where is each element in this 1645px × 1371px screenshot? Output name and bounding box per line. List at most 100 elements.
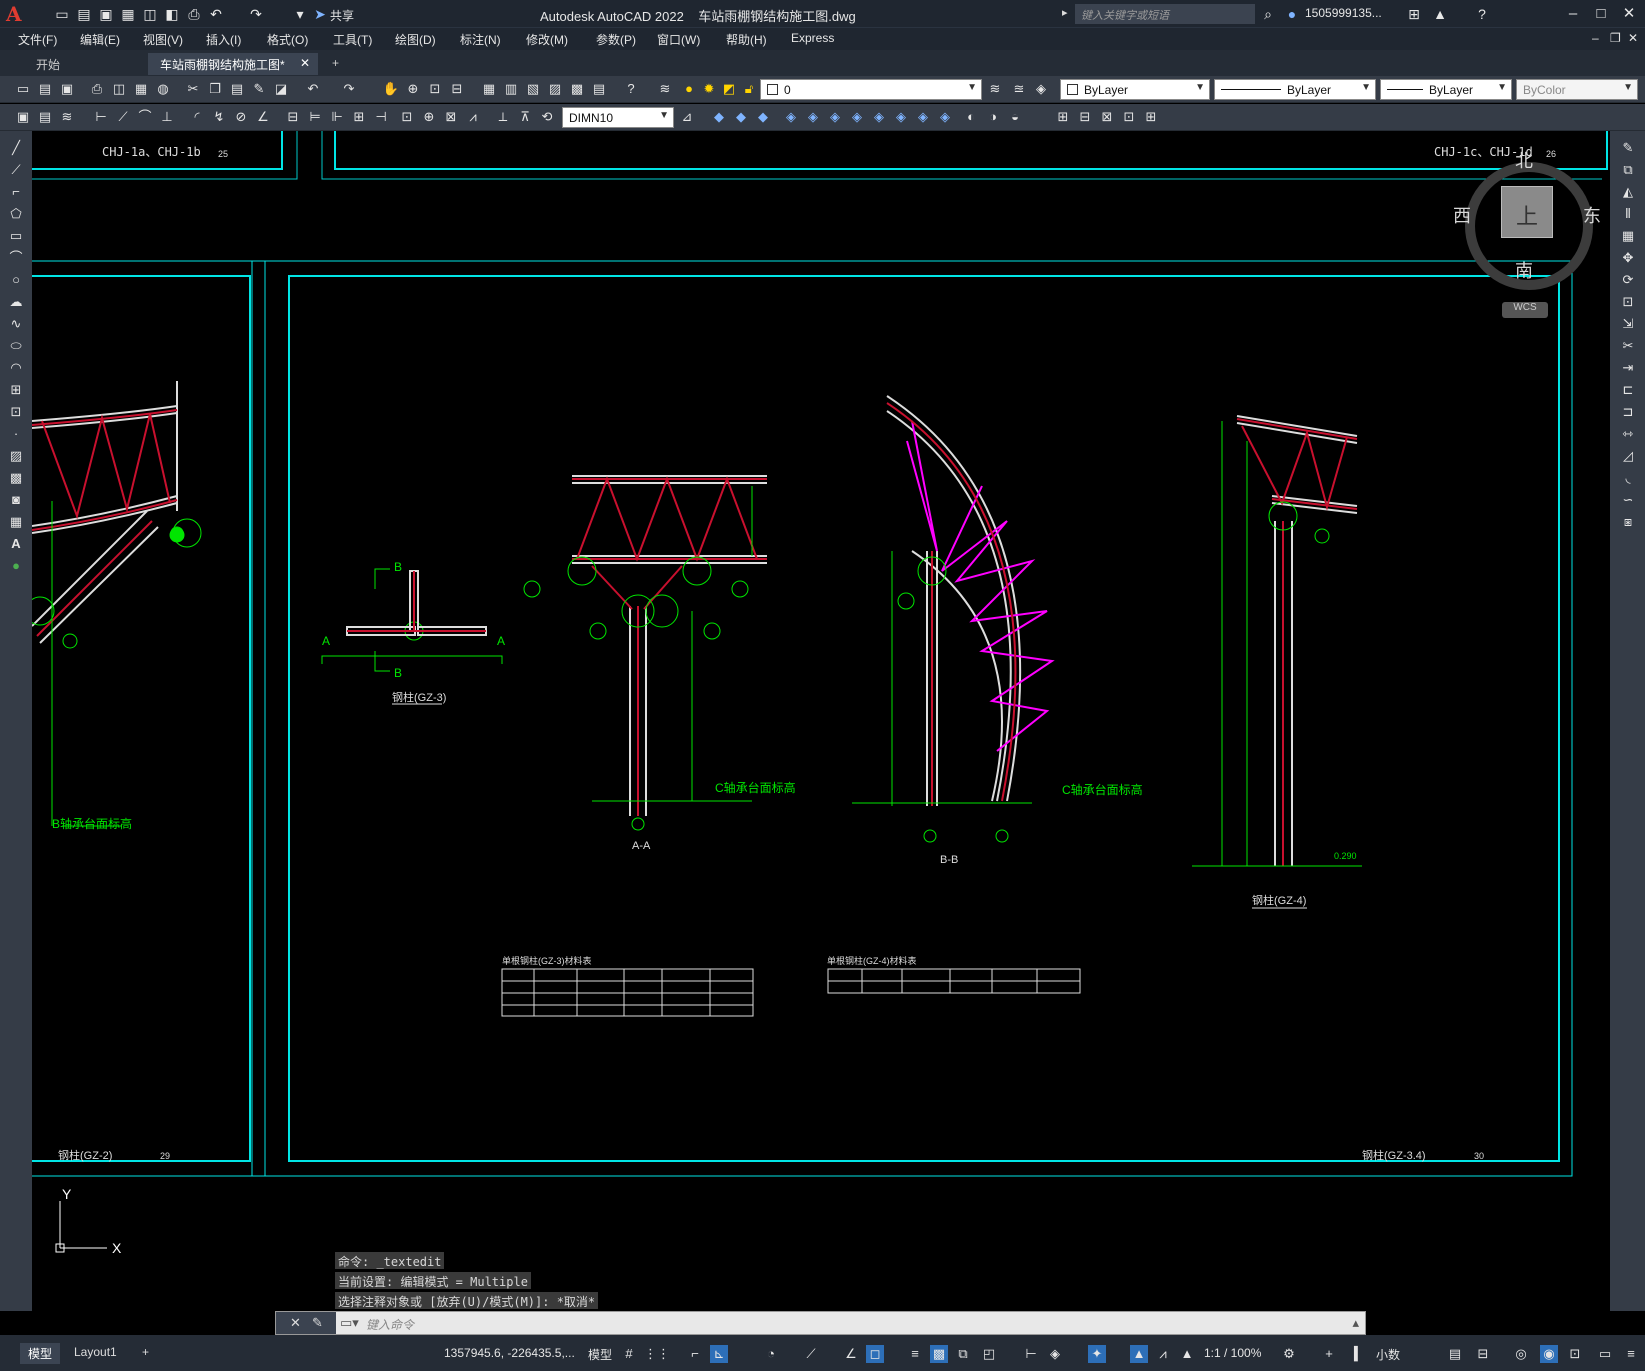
layer-state-icon[interactable]: ◈ — [1032, 80, 1050, 98]
menu-draw[interactable]: 绘图(D) — [395, 31, 436, 48]
osnap-track-icon[interactable]: ∠ — [842, 1345, 860, 1363]
menu-view[interactable]: 视图(V) — [143, 31, 183, 48]
lineweight-icon[interactable]: ≡ — [906, 1345, 924, 1363]
block-attr-icon[interactable]: ▤ — [36, 108, 54, 126]
jogged-dim-icon[interactable]: ↯ — [210, 108, 228, 126]
hatch-icon[interactable]: ▨ — [7, 447, 25, 465]
open-web-icon[interactable]: ◫ — [140, 4, 160, 24]
inspection-icon[interactable]: ⊠ — [442, 108, 460, 126]
units-icon[interactable]: ▍ — [1350, 1345, 1368, 1363]
viewcube-west[interactable]: 西 — [1453, 202, 1471, 228]
center-mark-icon[interactable]: ⊕ — [420, 108, 438, 126]
point-icon[interactable]: · — [7, 425, 25, 443]
ucs-icon[interactable]: ⊞ — [1054, 108, 1072, 126]
help-icon[interactable]: ? — [1472, 4, 1492, 24]
wrench-icon[interactable]: ✎ — [312, 1315, 323, 1331]
zoom-window-icon[interactable]: ⊡ — [426, 80, 444, 98]
insert-block-icon[interactable]: ⊞ — [7, 381, 25, 399]
doc-close-icon[interactable]: ✕ — [1628, 31, 1638, 45]
help-icon[interactable]: ? — [622, 80, 640, 98]
join-icon[interactable]: ⇿ — [1619, 425, 1637, 443]
erase-icon[interactable]: ✎ — [1619, 139, 1637, 157]
user-icon[interactable]: ● — [1282, 4, 1302, 24]
revolve-icon[interactable]: ◈ — [804, 108, 822, 126]
tab-close-icon[interactable]: ✕ — [300, 56, 310, 70]
properties-icon[interactable]: ▦ — [480, 80, 498, 98]
menu-format[interactable]: 格式(O) — [267, 31, 308, 48]
linear-dim-icon[interactable]: ⊢ — [92, 108, 110, 126]
coordinates-readout[interactable]: 1357945.6, -226435.5,... — [444, 1346, 575, 1360]
new-tab-icon[interactable]: + — [320, 53, 350, 75]
rotate-icon[interactable]: ⟳ — [1619, 271, 1637, 289]
gizmo-icon[interactable]: ✦ — [1088, 1345, 1106, 1363]
3d-print-icon[interactable]: ◍ — [154, 80, 172, 98]
wcs-button[interactable]: WCS — [1502, 302, 1548, 318]
region-icon[interactable]: ◙ — [7, 491, 25, 509]
viewcube-east[interactable]: 东 — [1583, 202, 1601, 228]
save-as-icon[interactable]: ▦ — [118, 4, 138, 24]
redo-icon[interactable]: ↷ — [340, 80, 358, 98]
command-prompt-icon[interactable]: ▭▾ — [340, 1315, 359, 1331]
rectangle-icon[interactable]: ▭ — [7, 227, 25, 245]
osnap-icon[interactable]: ◻ — [866, 1345, 884, 1363]
new-file-icon[interactable]: ▭ — [52, 4, 72, 24]
3d-osnap-icon[interactable]: ◰ — [980, 1345, 998, 1363]
workspace-icon[interactable]: ⚙ — [1280, 1345, 1298, 1363]
share-label[interactable]: 共享 — [330, 7, 354, 24]
zoom-realtime-icon[interactable]: ⊕ — [404, 80, 422, 98]
explode-icon[interactable]: ⧆ — [1619, 513, 1637, 531]
line-icon[interactable]: ╱ — [7, 139, 25, 157]
ellipse-arc-icon[interactable]: ◠ — [7, 359, 25, 377]
dim-edit-icon[interactable]: ⟂ — [494, 108, 512, 126]
menu-help[interactable]: 帮助(H) — [726, 31, 767, 48]
radius-dim-icon[interactable]: ◜ — [188, 108, 206, 126]
baseline-dim-icon[interactable]: ⊨ — [306, 108, 324, 126]
angular-dim-icon[interactable]: ∠ — [254, 108, 272, 126]
arc-length-icon[interactable]: ⌒ — [136, 108, 154, 126]
lineweight-dropdown[interactable]: ByLayer ▼ — [1380, 79, 1512, 100]
infer-icon[interactable]: ⌐ — [686, 1345, 704, 1363]
gradient-icon[interactable]: ▩ — [7, 469, 25, 487]
user-name[interactable]: 1505999135... — [1305, 6, 1382, 20]
render-icon[interactable]: ◐ — [962, 108, 980, 126]
open-file-icon[interactable]: ▤ — [74, 4, 94, 24]
copy-object-icon[interactable]: ⧉ — [1619, 161, 1637, 179]
hardware-acceleration-icon[interactable]: ◉ — [1540, 1345, 1558, 1363]
maximize-button[interactable]: □ — [1588, 2, 1614, 26]
lights-icon[interactable]: ◒ — [1006, 108, 1024, 126]
interfere-icon[interactable]: ◈ — [870, 108, 888, 126]
menu-modify[interactable]: 修改(M) — [526, 31, 568, 48]
search-icon[interactable]: ⌕ — [1258, 4, 1278, 24]
open-icon[interactable]: ▤ — [36, 80, 54, 98]
isolate-objects-icon[interactable]: ◎ — [1512, 1345, 1530, 1363]
calculator-icon[interactable]: ▤ — [590, 80, 608, 98]
add-selected-icon[interactable]: ● — [7, 557, 25, 575]
quick-properties-icon[interactable]: ▤ — [1446, 1345, 1464, 1363]
break-icon[interactable]: ⊐ — [1619, 403, 1637, 421]
close-button[interactable]: ✕ — [1616, 2, 1642, 26]
customization-icon[interactable]: ≡ — [1622, 1345, 1640, 1363]
layer-previous-icon[interactable]: ≊ — [1010, 80, 1028, 98]
command-line-grip[interactable] — [276, 1312, 336, 1334]
sheet-set-icon[interactable]: ▨ — [546, 80, 564, 98]
model-tab[interactable]: 模型 — [20, 1343, 61, 1364]
section-icon[interactable]: ◈ — [848, 108, 866, 126]
extrude-icon[interactable]: ◈ — [782, 108, 800, 126]
layer-viewport-icon[interactable]: ◩ — [720, 80, 738, 98]
ellipse-icon[interactable]: ⬭ — [7, 337, 25, 355]
subtract-icon[interactable]: ◈ — [914, 108, 932, 126]
layer-on-icon[interactable]: ● — [680, 80, 698, 98]
array-icon[interactable]: ▦ — [1619, 227, 1637, 245]
layer-walk-icon[interactable]: ≋ — [58, 108, 76, 126]
layer-properties-icon[interactable]: ≋ — [656, 80, 674, 98]
construction-line-icon[interactable]: ⟋ — [7, 161, 25, 179]
doc-minimize-icon[interactable]: – — [1592, 31, 1599, 45]
continue-dim-icon[interactable]: ⊩ — [328, 108, 346, 126]
menu-insert[interactable]: 插入(I) — [206, 31, 241, 48]
block-editor-icon[interactable]: ◪ — [272, 80, 290, 98]
chevron-up-icon[interactable]: ▴ — [1352, 1315, 1359, 1331]
polygon-icon[interactable]: ⬠ — [7, 205, 25, 223]
arc-icon[interactable]: ⌒ — [7, 249, 25, 267]
publish-icon[interactable]: ▦ — [132, 80, 150, 98]
save-icon[interactable]: ▣ — [96, 4, 116, 24]
